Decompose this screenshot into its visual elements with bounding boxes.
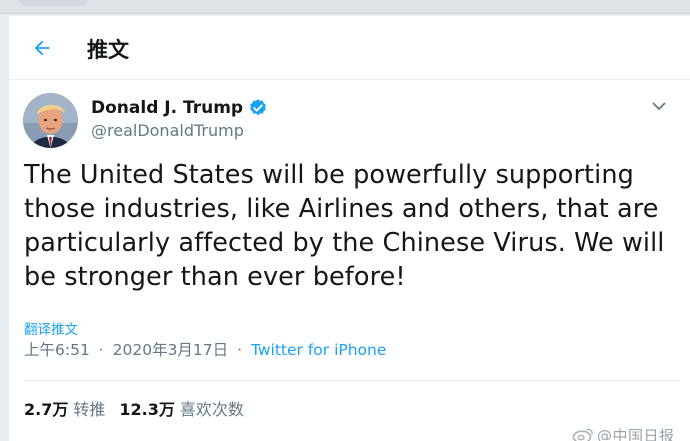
tweet-time[interactable]: 上午6:51 <box>24 341 90 359</box>
chevron-down-icon <box>652 102 666 110</box>
page-title: 推文 <box>87 38 129 62</box>
meta-separator: · <box>98 341 104 359</box>
arrow-left-icon <box>34 40 50 56</box>
display-name: Donald J. Trump <box>91 98 244 118</box>
page-header: 推文 <box>9 16 690 80</box>
meta-separator: · <box>237 341 243 359</box>
verified-badge-icon <box>248 98 268 118</box>
tweet-date[interactable]: 2020年3月17日 <box>113 341 229 359</box>
watermark: @中国日报 <box>572 424 675 441</box>
weibo-logo-icon <box>572 428 593 441</box>
divider <box>24 380 679 381</box>
tweet-source-link[interactable]: Twitter for iPhone <box>251 341 386 359</box>
translate-tweet-link[interactable]: 翻译推文 <box>24 318 78 338</box>
retweets-count: 2.7万 <box>24 400 69 419</box>
author-name-row[interactable]: Donald J. Trump <box>91 96 268 120</box>
retweets-label: 转推 <box>73 400 106 419</box>
tweet-card: 推文 Donald J. Trump @realDonaldTrump The … <box>8 16 690 441</box>
tweet-meta: 上午6:51 · 2020年3月17日 · Twitter for iPhone <box>24 338 386 360</box>
avatar-image <box>23 93 78 148</box>
back-button[interactable] <box>24 30 60 66</box>
more-options-button[interactable] <box>647 94 671 118</box>
retweets-stat[interactable]: 2.7万 转推 <box>24 396 105 420</box>
browser-top-strip <box>0 0 690 14</box>
tweet-text: The United States will be powerfully sup… <box>24 160 665 292</box>
likes-stat[interactable]: 12.3万 喜欢次数 <box>119 396 244 420</box>
browser-tab-edge <box>18 0 88 6</box>
likes-label: 喜欢次数 <box>179 400 244 419</box>
watermark-text: @中国日报 <box>597 426 675 441</box>
user-handle[interactable]: @realDonaldTrump <box>91 121 244 140</box>
tweet-stats: 2.7万 转推 12.3万 喜欢次数 <box>24 396 244 420</box>
likes-count: 12.3万 <box>119 400 175 419</box>
avatar[interactable] <box>23 93 78 148</box>
